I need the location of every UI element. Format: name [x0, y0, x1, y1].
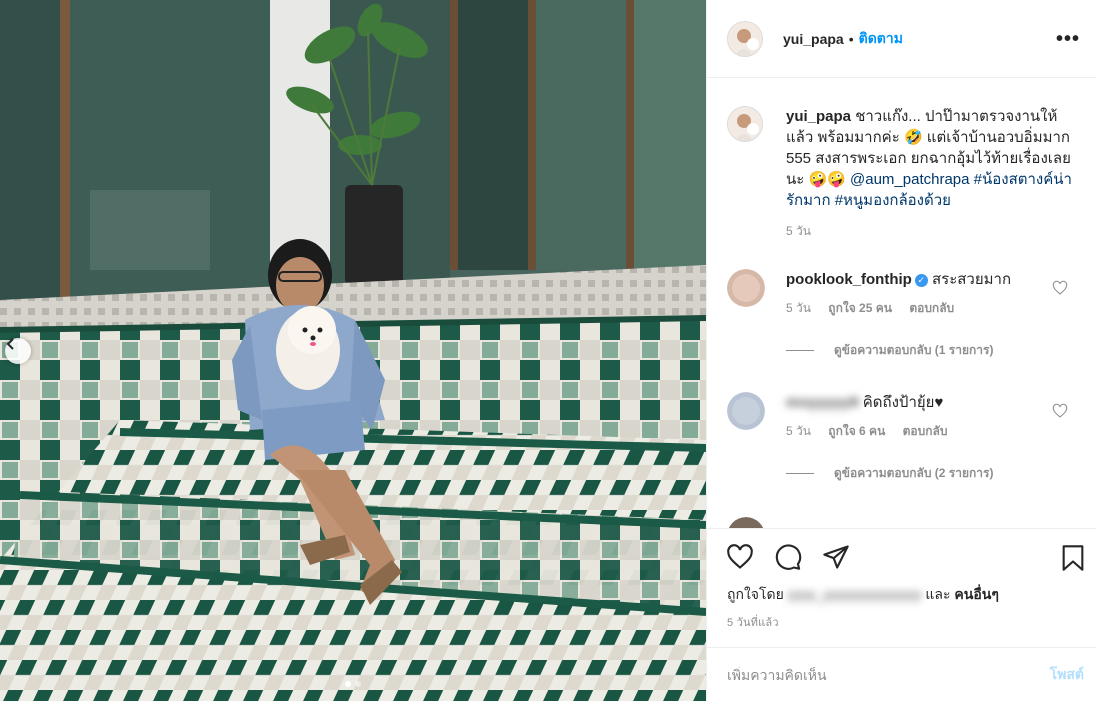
likes-summary: ถูกใจโดย yyyy_yyyyyyyyyyyyyy และ คนอื่นๆ — [727, 584, 999, 606]
view-replies-button[interactable]: ดูข้อความตอบกลับ (1 รายการ) — [786, 341, 993, 360]
comment-like-heart-icon[interactable] — [1052, 403, 1068, 419]
carousel-indicator — [0, 681, 706, 687]
post-timestamp[interactable]: 5 วันที่แล้ว — [727, 613, 779, 631]
reply-button[interactable]: ตอบกลับ — [903, 424, 948, 438]
caption-username[interactable]: yui_papa — [786, 108, 851, 125]
heart-icon[interactable] — [725, 543, 755, 571]
instagram-post: yui_papa • ติดตาม ••• yui_papa ชาวแก๊ง..… — [0, 0, 1096, 701]
carousel-dot — [355, 681, 361, 687]
comment-meta: 5 วัน ถูกใจ 25 คน ตอบกลับ — [786, 299, 968, 318]
share-icon[interactable] — [821, 543, 851, 571]
likes-users[interactable]: yyyy_yyyyyyyyyyyyyy — [788, 586, 922, 602]
post-actions — [707, 528, 1096, 587]
caption-mention[interactable]: @aum_patchrapa — [850, 171, 969, 188]
comment-icon[interactable] — [773, 543, 803, 571]
comment-body: pooklook_fonthip ✓ สระสวยมาก — [786, 269, 1046, 290]
likes-prefix: ถูกใจโดย — [727, 586, 784, 602]
comment-likes[interactable]: ถูกใจ 25 คน — [828, 301, 892, 315]
comment-likes[interactable]: ถูกใจ 6 คน — [828, 424, 885, 438]
caption-avatar-image — [728, 107, 762, 141]
action-icons — [707, 529, 1096, 587]
likes-suffix: และ — [925, 586, 951, 602]
caption-body: yui_papa ชาวแก๊ง... ปาป๊ามาตรวจงานให้แล้… — [786, 106, 1081, 242]
comment-text: คิดถึงป้ายุ้ย♥ — [862, 394, 944, 411]
comment-age: 5 วัน — [786, 424, 811, 438]
comment-username[interactable]: moyyyyy9 — [786, 394, 859, 411]
comment-body: moyyyyy9 คิดถึงป้ายุ้ย♥ — [786, 392, 1046, 413]
chevron-left-icon — [6, 338, 14, 350]
commenter-avatar-image — [727, 269, 765, 307]
post-photo[interactable] — [0, 0, 706, 701]
add-comment-bar: โพสต์ — [707, 647, 1096, 701]
comment-like-heart-icon[interactable] — [1052, 280, 1068, 296]
comment-age: 5 วัน — [786, 301, 811, 315]
header-separator: • — [848, 30, 854, 47]
author-avatar-image — [728, 21, 762, 56]
comment-meta: 5 วัน ถูกใจ 6 คน ตอบกลับ — [786, 422, 962, 441]
commenter-avatar-image — [727, 392, 765, 430]
comment-text: สระสวยมาก — [932, 271, 1012, 288]
replies-divider — [786, 473, 814, 474]
caption-meta: 5 วัน — [786, 221, 1081, 242]
likes-others[interactable]: คนอื่นๆ — [954, 586, 998, 602]
bookmark-icon[interactable] — [1059, 543, 1087, 573]
comments-list[interactable]: yui_papa ชาวแก๊ง... ปาป๊ามาตรวจงานให้แล้… — [707, 79, 1096, 528]
comment-username[interactable]: pooklook_fonthip — [786, 271, 912, 288]
post-comment-button[interactable]: โพสต์ — [1050, 664, 1084, 686]
reply-button[interactable]: ตอบกลับ — [909, 301, 954, 315]
author-username[interactable]: yui_papa — [783, 31, 844, 47]
replies-divider — [786, 350, 814, 351]
view-replies-label: ดูข้อความตอบกลับ (2 รายการ) — [834, 466, 994, 480]
carousel-dot-active — [345, 681, 351, 687]
view-replies-label: ดูข้อความตอบกลับ (1 รายการ) — [834, 343, 994, 357]
verified-icon: ✓ — [914, 274, 928, 287]
commenter-avatar[interactable] — [727, 269, 765, 307]
author-avatar[interactable] — [727, 20, 763, 57]
commenter-avatar[interactable] — [727, 392, 765, 430]
view-replies-button[interactable]: ดูข้อความตอบกลับ (2 รายการ) — [786, 464, 993, 483]
caption-avatar[interactable] — [727, 106, 763, 142]
carousel-prev-button[interactable] — [5, 338, 31, 364]
commenter-avatar[interactable] — [727, 517, 765, 528]
more-options-button[interactable]: ••• — [1056, 29, 1080, 49]
follow-button[interactable]: ติดตาม — [859, 28, 903, 50]
post-header: yui_papa • ติดตาม ••• — [707, 0, 1096, 78]
commenter-avatar-image — [728, 517, 764, 528]
comment-input[interactable] — [727, 666, 1050, 683]
post-sidebar: yui_papa • ติดตาม ••• yui_papa ชาวแก๊ง..… — [706, 0, 1096, 701]
caption-age: 5 วัน — [786, 224, 811, 238]
photo-illustration — [0, 0, 706, 701]
